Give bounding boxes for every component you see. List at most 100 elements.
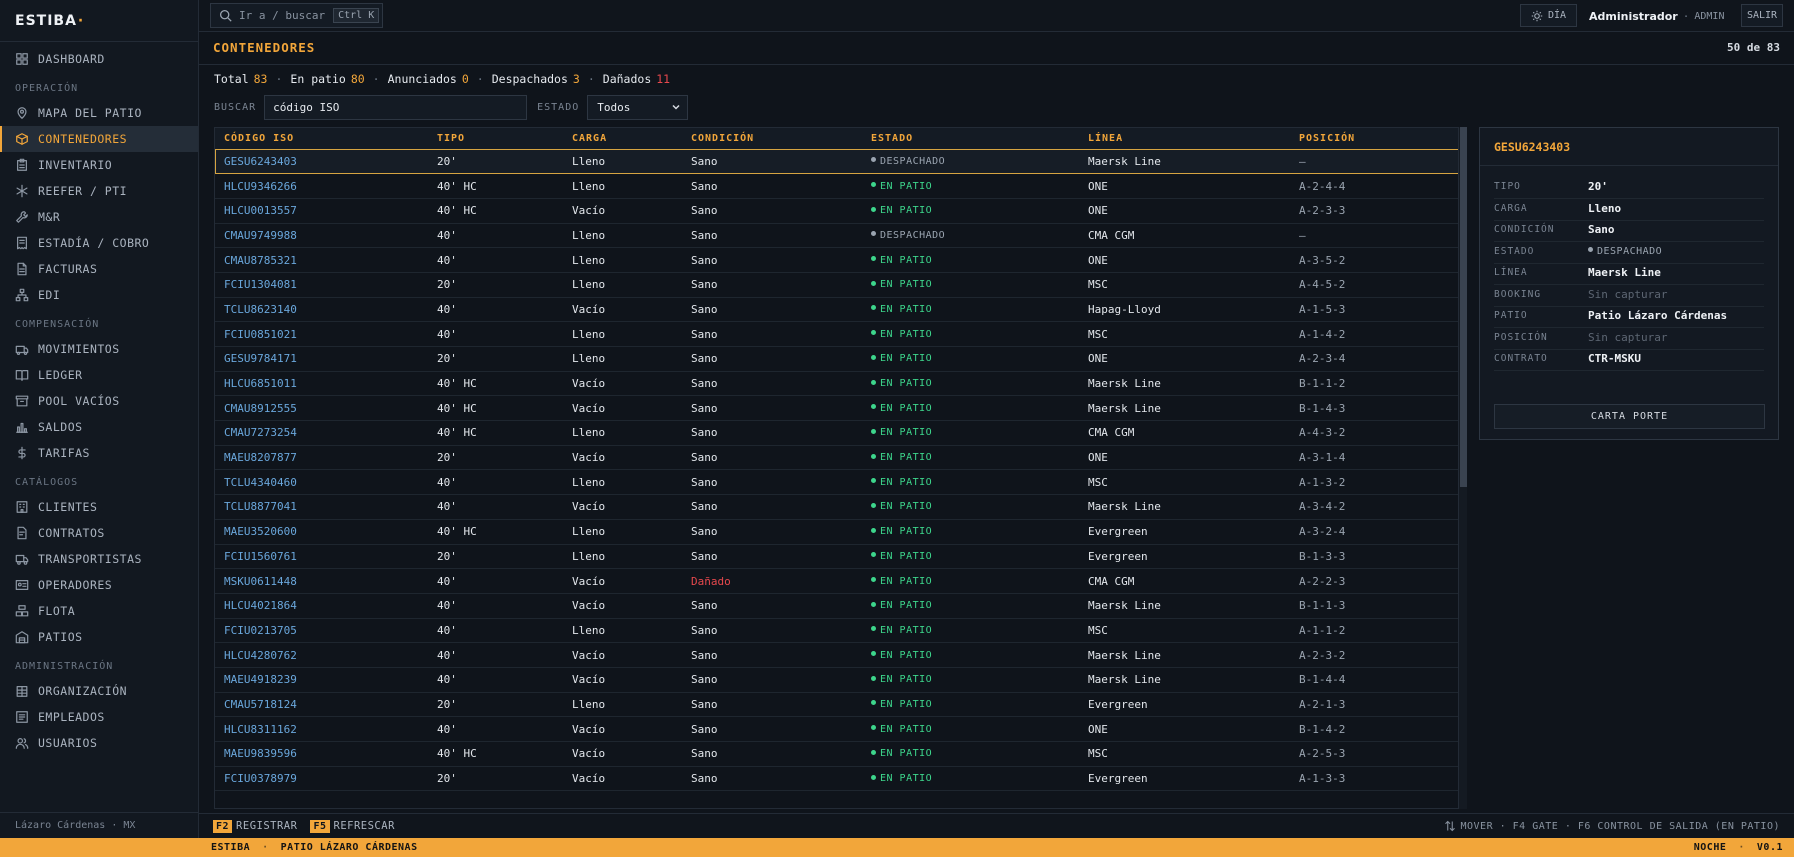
cell-iso-code[interactable]: CMAU5718124: [215, 692, 428, 717]
table-row[interactable]: CMAU8785321 40' Lleno Sano EN PATIO ONE A-3-5-…: [215, 248, 1458, 273]
cell-type: 20': [437, 697, 457, 711]
sidebar-item-ledger[interactable]: LEDGER: [0, 362, 198, 388]
cell-iso-code[interactable]: HLCU6851011: [215, 371, 428, 396]
sidebar-item-empleados[interactable]: EMPLEADOS: [0, 704, 198, 730]
sidebar-item-usuarios[interactable]: USUARIOS: [0, 730, 198, 756]
cell-iso-code[interactable]: TCLU8877041: [215, 495, 428, 520]
table-row[interactable]: MAEU3520600 40' HC Lleno Sano EN PATIO Evergr…: [215, 519, 1458, 544]
table-row[interactable]: HLCU6851011 40' HC Vacío Sano EN PATIO Maersk…: [215, 371, 1458, 396]
cell-iso-code[interactable]: FCIU0213705: [215, 618, 428, 643]
cell-iso-code[interactable]: HLCU8311162: [215, 717, 428, 742]
state-text: EN PATIO: [880, 773, 933, 785]
cell-iso-code[interactable]: CMAU9749988: [215, 223, 428, 248]
cell-iso-code[interactable]: TCLU4340460: [215, 470, 428, 495]
logout-button[interactable]: SALIR: [1741, 4, 1783, 27]
cell-iso-code[interactable]: CMAU8785321: [215, 248, 428, 273]
table-row[interactable]: TCLU4340460 40' Lleno Sano EN PATIO MSC A-1-3-…: [215, 470, 1458, 495]
sidebar-item-mapa-del-patio[interactable]: MAPA DEL PATIO: [0, 100, 198, 126]
cell-iso-code[interactable]: FCIU1304081: [215, 272, 428, 297]
cell-iso-code[interactable]: MAEU3520600: [215, 519, 428, 544]
sidebar-item-inventario[interactable]: INVENTARIO: [0, 152, 198, 178]
theme-toggle-button[interactable]: DÍA: [1520, 4, 1577, 27]
table-row[interactable]: GESU6243403 20' Lleno Sano DESPACHADO Maersk …: [215, 149, 1458, 174]
table-row[interactable]: MAEU4918239 40' Vacío Sano EN PATIO Maersk Li…: [215, 667, 1458, 693]
sidebar-item-estadia-cobro[interactable]: ESTADÍA / COBRO: [0, 230, 198, 256]
table-row[interactable]: GESU9784171 20' Lleno Sano EN PATIO ONE A-2-3-…: [215, 347, 1458, 372]
sidebar-icon-wrap: [15, 604, 29, 618]
cell-iso-code[interactable]: HLCU9346266: [215, 174, 428, 199]
scrollbar-thumb[interactable]: [1460, 127, 1467, 487]
cell-iso-code[interactable]: MAEU8207877: [215, 445, 428, 470]
cell-iso-code[interactable]: HLCU0013557: [215, 198, 428, 223]
global-search-input[interactable]: Ir a / buscar Ctrl K: [210, 3, 383, 28]
sidebar-item-m-r[interactable]: M&R: [0, 204, 198, 230]
sidebar-item-clientes[interactable]: CLIENTES: [0, 494, 198, 520]
column-header[interactable]: CÓDIGO ISO: [215, 128, 428, 150]
cell-iso-code[interactable]: GESU9784171: [215, 347, 428, 372]
sidebar-item-tarifas[interactable]: TARIFAS: [0, 440, 198, 466]
column-header[interactable]: CARGA: [563, 128, 682, 150]
table-row[interactable]: HLCU4280762 40' Vacío Sano EN PATIO Maersk Li…: [215, 643, 1458, 668]
table-row[interactable]: FCIU0213705 40' Lleno Sano EN PATIO MSC A-1-1-…: [215, 618, 1458, 643]
cell-iso-code[interactable]: FCIU0851021: [215, 322, 428, 347]
sidebar-item-dashboard[interactable]: DASHBOARD: [0, 46, 198, 72]
table-row[interactable]: HLCU0013557 40' HC Vacío Sano EN PATIO ONE A-2…: [215, 198, 1458, 224]
table-row[interactable]: TCLU8877041 40' Vacío Sano EN PATIO Maersk Li…: [215, 495, 1458, 520]
sidebar-item-transportistas[interactable]: TRANSPORTISTAS: [0, 546, 198, 572]
sidebar-item-pool-vacios[interactable]: POOL VACÍOS: [0, 388, 198, 414]
carta-porte-button[interactable]: CARTA PORTE: [1494, 404, 1765, 429]
table-row[interactable]: FCIU1560761 20' Lleno Sano EN PATIO Evergreen…: [215, 544, 1458, 569]
cell-iso-code[interactable]: CMAU8912555: [215, 396, 428, 421]
column-header[interactable]: POSICIÓN: [1290, 128, 1458, 150]
table-row[interactable]: HLCU9346266 40' HC Lleno Sano EN PATIO ONE A-2…: [215, 174, 1458, 199]
table-row[interactable]: FCIU0851021 40' Lleno Sano EN PATIO MSC A-1-4-…: [215, 322, 1458, 347]
column-header[interactable]: TIPO: [428, 128, 563, 150]
iso-code-search-input[interactable]: [264, 94, 528, 120]
cell-iso-code[interactable]: HLCU4021864: [215, 593, 428, 618]
table-row[interactable]: HLCU4021864 40' Vacío Sano EN PATIO Maersk Li…: [215, 593, 1458, 619]
table-scrollbar[interactable]: [1459, 127, 1467, 809]
table-row[interactable]: MSKU0611448 40' Vacío Dañado EN PATIO CMA CGM…: [215, 569, 1458, 594]
cell-iso-code[interactable]: MSKU0611448: [215, 569, 428, 594]
table-row[interactable]: CMAU9749988 40' Lleno Sano DESPACHADO CMA CGM…: [215, 223, 1458, 248]
sidebar-item-flota[interactable]: FLOTA: [0, 598, 198, 624]
column-header[interactable]: LÍNEA: [1079, 128, 1290, 150]
state-filter-select[interactable]: Todos: [587, 94, 689, 120]
cell-iso-code[interactable]: FCIU0378979: [215, 766, 428, 791]
cell-iso-code[interactable]: HLCU4280762: [215, 643, 428, 668]
status-dot: [871, 651, 876, 657]
table-row[interactable]: CMAU5718124 20' Lleno Sano EN PATIO Evergreen…: [215, 692, 1458, 717]
column-header[interactable]: ESTADO: [862, 128, 1079, 150]
cell-position: A-1-3-3: [1299, 772, 1346, 786]
cell-iso-code[interactable]: GESU6243403: [215, 149, 428, 174]
shortcut-refrescar[interactable]: F5 REFRESCAR: [310, 819, 394, 833]
cell-iso-code[interactable]: CMAU7273254: [215, 421, 428, 446]
sidebar-item-movimientos[interactable]: MOVIMIENTOS: [0, 336, 198, 362]
table-row[interactable]: MAEU9839596 40' HC Vacío Sano EN PATIO MSC A-2…: [215, 742, 1458, 767]
cell-iso-code[interactable]: MAEU4918239: [215, 667, 428, 692]
table-row[interactable]: FCIU0378979 20' Vacío Sano EN PATIO Evergreen…: [215, 766, 1458, 791]
table-row[interactable]: HLCU8311162 40' Vacío Sano EN PATIO ONE B-1-4-…: [215, 717, 1458, 742]
brand-logo[interactable]: ESTIBA ·: [0, 0, 198, 42]
cell-iso-code[interactable]: FCIU1560761: [215, 544, 428, 569]
table-row[interactable]: MAEU8207877 20' Vacío Sano EN PATIO ONE A-3-1-…: [215, 445, 1458, 470]
sidebar-item-reefer-pti[interactable]: REEFER / PTI: [0, 178, 198, 204]
table-row[interactable]: CMAU8912555 40' HC Vacío Sano EN PATIO Maersk…: [215, 396, 1458, 421]
sidebar-item-organizacion[interactable]: ORGANIZACIÓN: [0, 678, 198, 704]
cell-condition: Sano: [691, 154, 718, 168]
table-row[interactable]: FCIU1304081 20' Lleno Sano EN PATIO MSC A-4-5-…: [215, 272, 1458, 298]
sidebar-item-saldos[interactable]: SALDOS: [0, 414, 198, 440]
sidebar-item-patios[interactable]: PATIOS: [0, 624, 198, 650]
table-row[interactable]: CMAU7273254 40' HC Lleno Sano EN PATIO CMA CG…: [215, 421, 1458, 446]
cell-iso-code[interactable]: TCLU8623140: [215, 297, 428, 322]
sidebar-item-contratos[interactable]: CONTRATOS: [0, 520, 198, 546]
cell-iso-code[interactable]: MAEU9839596: [215, 742, 428, 767]
sidebar-item-contenedores[interactable]: CONTENEDORES: [0, 126, 198, 152]
sidebar-item-operadores[interactable]: OPERADORES: [0, 572, 198, 598]
table-row[interactable]: TCLU8623140 40' Vacío Sano EN PATIO Hapag-Llo…: [215, 297, 1458, 322]
column-header[interactable]: CONDICIÓN: [682, 128, 862, 150]
sidebar-item-edi[interactable]: EDI: [0, 282, 198, 308]
cell-line: Maersk Line: [1088, 673, 1161, 687]
shortcut-registrar[interactable]: F2 REGISTRAR: [213, 819, 297, 833]
sidebar-item-facturas[interactable]: FACTURAS: [0, 256, 198, 282]
